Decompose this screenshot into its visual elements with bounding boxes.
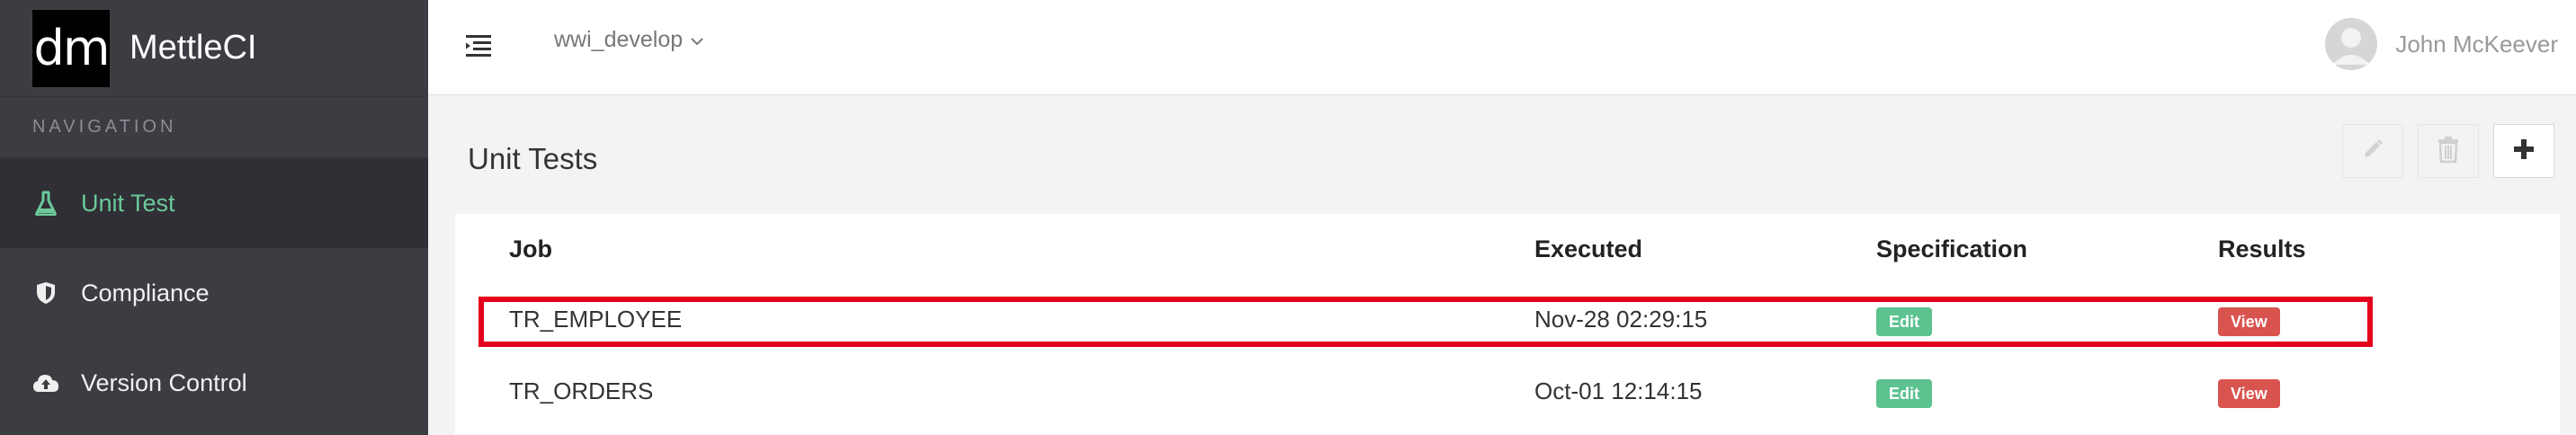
avatar xyxy=(2325,18,2378,70)
shield-icon xyxy=(32,280,59,306)
edit-spec-button[interactable]: Edit xyxy=(1876,379,1932,408)
sidebar-item-label: Unit Test xyxy=(81,189,175,217)
page-title: Unit Tests xyxy=(468,142,598,175)
sidebar-item-label: Version Control xyxy=(81,368,247,396)
menu-toggle-icon[interactable] xyxy=(464,27,496,63)
view-results-button[interactable]: View xyxy=(2218,379,2280,408)
unit-tests-table: Job Executed Specification Results TR_EM… xyxy=(455,214,2560,435)
chevron-down-icon xyxy=(690,27,704,53)
column-header-executed[interactable]: Executed xyxy=(1534,235,1642,263)
executed-time: Oct-01 12:14:15 xyxy=(1534,377,1703,404)
delete-button[interactable] xyxy=(2418,124,2479,178)
trash-icon xyxy=(2436,135,2461,168)
cloud-upload-icon xyxy=(32,369,59,396)
column-header-job[interactable]: Job xyxy=(509,235,552,263)
brand-logo: dm xyxy=(32,9,110,87)
executed-time: Nov-28 02:29:15 xyxy=(1534,306,1708,333)
job-name[interactable]: TR_ORDERS xyxy=(509,377,653,405)
sidebar-item-version-control[interactable]: Version Control xyxy=(0,338,428,428)
toolbar xyxy=(2342,124,2554,178)
branch-name: wwi_develop xyxy=(554,27,684,52)
brand[interactable]: dm MettleCI xyxy=(0,0,428,97)
sidebar-item-compliance[interactable]: Compliance xyxy=(0,248,428,338)
edit-spec-button[interactable]: Edit xyxy=(1876,307,1932,336)
user-menu[interactable]: John McKeever xyxy=(2325,18,2558,70)
nav-heading: NAVIGATION xyxy=(0,97,428,158)
pencil-icon xyxy=(2359,136,2386,167)
user-name: John McKeever xyxy=(2395,30,2558,58)
edit-button[interactable] xyxy=(2342,124,2403,178)
flask-icon xyxy=(32,190,59,217)
view-results-button[interactable]: View xyxy=(2218,307,2280,336)
add-button[interactable] xyxy=(2493,124,2554,178)
column-header-specification[interactable]: Specification xyxy=(1876,235,2027,263)
plus-icon xyxy=(2511,137,2536,166)
branch-selector[interactable]: wwi_develop xyxy=(554,27,704,53)
brand-name: MettleCI xyxy=(130,29,257,67)
top-bar: wwi_develop John McKeever xyxy=(428,0,2576,95)
job-name[interactable]: TR_EMPLOYEE xyxy=(509,306,682,333)
sidebar-item-unit-test[interactable]: Unit Test xyxy=(0,158,428,248)
column-header-results[interactable]: Results xyxy=(2218,235,2306,263)
sidebar-item-label: Compliance xyxy=(81,279,210,306)
sidebar: dm MettleCI NAVIGATION Unit Test Complia… xyxy=(0,0,428,435)
